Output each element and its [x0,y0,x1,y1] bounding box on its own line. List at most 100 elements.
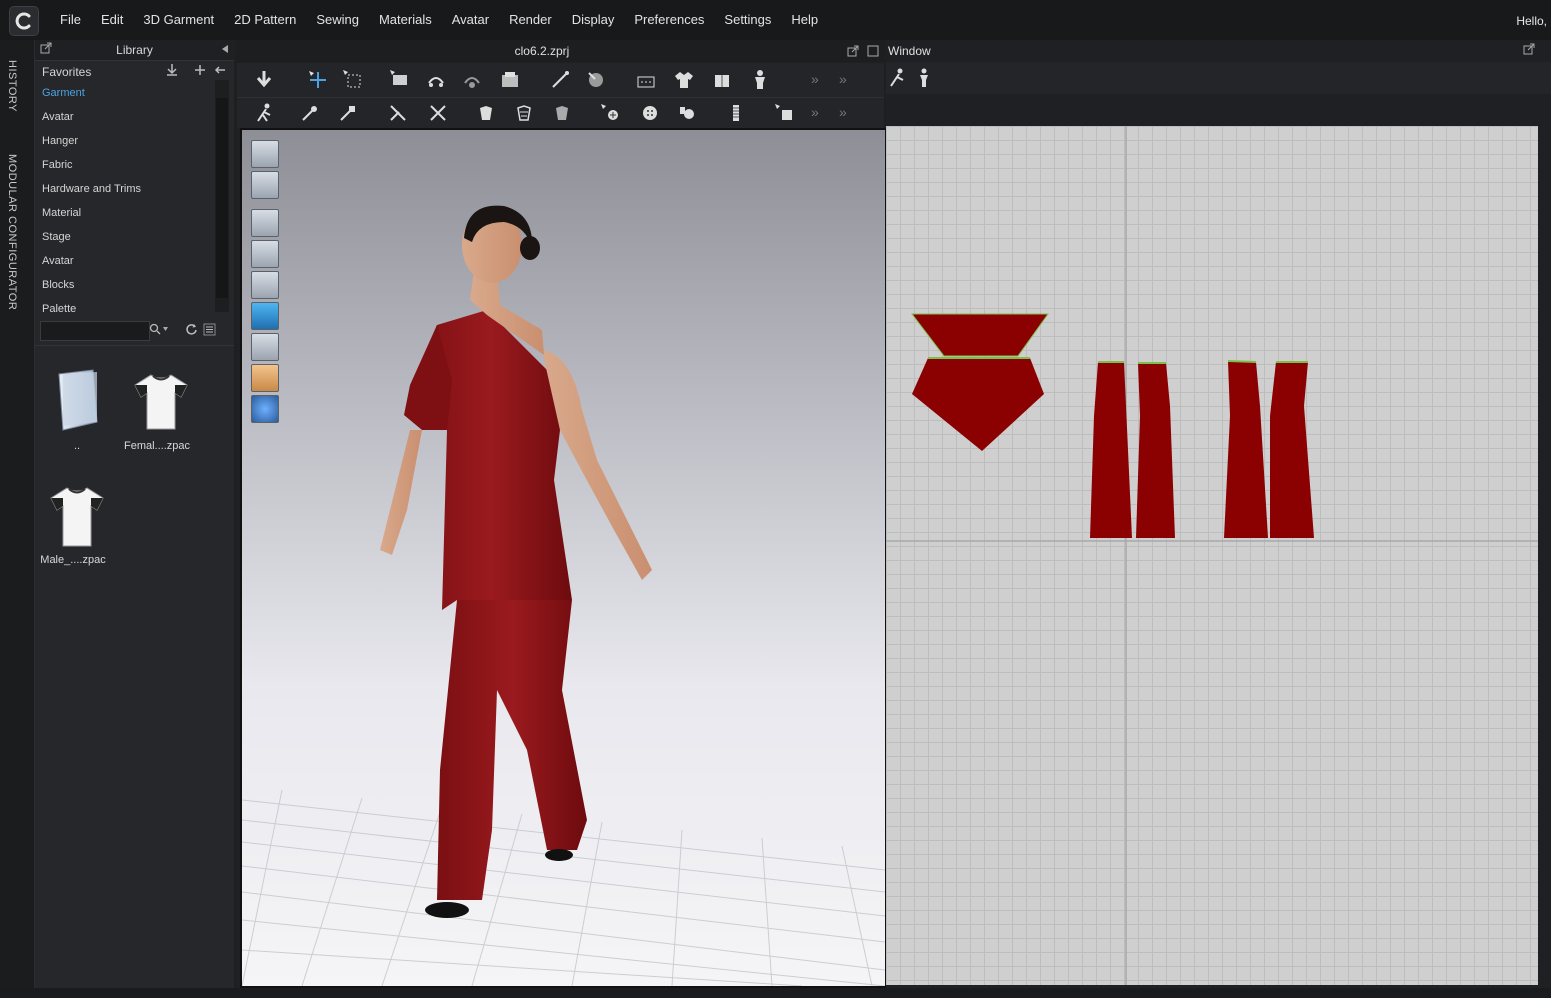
category-fabric[interactable]: Fabric [42,159,73,171]
search-icon[interactable] [149,323,169,338]
3d-toolbar-row-2: » » [237,98,884,128]
show-avatar-measure-icon[interactable] [251,240,279,268]
maximize-icon[interactable] [867,45,879,60]
tab-modular-configurator[interactable]: MODULAR CONFIGURATOR [6,154,18,310]
menu-help[interactable]: Help [781,0,828,40]
garment-box-icon[interactable] [711,69,733,91]
avatar-pose-icon[interactable] [253,102,275,124]
avatar-select-icon[interactable] [912,67,934,89]
show-garment-shirt-icon[interactable] [251,171,279,199]
library-search-input[interactable] [40,321,150,341]
garment-fit-icon[interactable] [475,102,497,124]
category-blocks[interactable]: Blocks [42,279,74,291]
library-panel: Library Favorites Garment Avatar Hanger … [35,40,234,989]
garment-shirt-icon[interactable] [673,69,695,91]
show-environment-icon[interactable] [251,395,279,423]
library-category-list: Favorites Garment Avatar Hanger Fabric H… [35,60,217,316]
3d-toolbar-row-1: » » [237,63,884,98]
menu-settings[interactable]: Settings [714,0,781,40]
project-file-name: clo6.2.zprj [514,44,570,58]
menu-3d-garment[interactable]: 3D Garment [133,0,224,40]
arrangement-icon[interactable] [499,69,521,91]
app-logo-icon[interactable] [9,6,39,36]
tshirt-icon[interactable] [131,371,191,431]
category-avatar-2[interactable]: Avatar [42,255,74,267]
tshirt-icon[interactable] [47,484,107,548]
measure-icon[interactable] [549,69,571,91]
user-greeting[interactable]: Hello, [1516,14,1547,28]
category-favorites[interactable]: Favorites [42,65,91,79]
avatar-pose-icon[interactable] [886,67,908,89]
pin-box-icon[interactable] [337,102,359,124]
box-select-icon[interactable] [342,69,364,91]
download-icon[interactable] [165,63,179,80]
menu-avatar[interactable]: Avatar [442,0,499,40]
menu-2d-pattern[interactable]: 2D Pattern [224,0,306,40]
pin-tool-icon[interactable] [299,102,321,124]
refresh-icon[interactable] [185,323,198,339]
fold-reset-icon[interactable] [461,69,483,91]
zipper-icon[interactable] [725,102,747,124]
menu-bar: File Edit 3D Garment 2D Pattern Sewing M… [0,0,1551,40]
library-file-grid: .. Femal....zpac Male_....zpac [35,345,234,989]
menu-edit[interactable]: Edit [91,0,133,40]
simulation-icon[interactable] [253,69,275,91]
2d-window-titlebar: Window [886,40,1551,60]
file-label: .. [73,440,81,452]
fabric-grid-icon[interactable] [513,102,535,124]
add-button-tool-icon[interactable] [599,102,621,124]
main-menu: File Edit 3D Garment 2D Pattern Sewing M… [50,0,828,40]
tack-icon[interactable] [387,102,409,124]
menu-preferences[interactable]: Preferences [624,0,714,40]
pattern-pieces [886,126,1538,985]
category-garment[interactable]: Garment [42,87,85,99]
status-bar [0,988,1551,998]
undock-icon[interactable] [847,45,859,60]
folder-icon[interactable] [53,366,103,434]
list-view-icon[interactable] [203,323,216,339]
toolbar-overflow-icon[interactable]: » [811,104,833,126]
category-stage[interactable]: Stage [42,231,71,243]
vertical-tab-bar: HISTORY MODULAR CONFIGURATOR [0,40,35,988]
category-hanger[interactable]: Hanger [42,135,78,147]
category-material[interactable]: Material [42,207,81,219]
show-avatar-shirt-icon[interactable] [251,209,279,237]
toolbar-overflow-icon[interactable]: » [839,71,861,93]
category-hardware-and-trims[interactable]: Hardware and Trims [42,183,141,195]
toolbar-overflow-icon[interactable]: » [811,71,833,93]
show-avatar-skin-icon[interactable] [251,364,279,392]
3d-viewport[interactable] [240,128,887,988]
buttonhole-icon[interactable] [675,102,697,124]
2d-pattern-canvas[interactable] [886,126,1538,985]
show-fabric-texture-icon[interactable] [251,302,279,330]
avatar-figure-icon[interactable] [749,69,771,91]
toolbar-overflow-icon[interactable]: » [839,104,861,126]
add-icon[interactable] [193,63,207,80]
fold-arrange-icon[interactable] [389,69,411,91]
texture-map-icon[interactable] [551,102,573,124]
pin-icon[interactable] [220,43,230,57]
menu-materials[interactable]: Materials [369,0,442,40]
avatar-scene [242,205,885,986]
topstitch-icon[interactable] [635,69,657,91]
show-3d-garment-icon[interactable] [251,140,279,168]
category-palette[interactable]: Palette [42,303,76,315]
trim-icon[interactable] [773,102,795,124]
menu-display[interactable]: Display [562,0,625,40]
library-scrollbar-thumb[interactable] [216,98,228,298]
brush-icon[interactable] [585,69,607,91]
menu-sewing[interactable]: Sewing [306,0,369,40]
back-icon[interactable] [213,63,227,80]
undock-icon[interactable] [1523,43,1535,58]
tack-on-avatar-icon[interactable] [427,102,449,124]
tab-history[interactable]: HISTORY [6,60,18,112]
2d-pattern-window: Window [886,40,1551,988]
show-avatar-figure-icon[interactable] [251,271,279,299]
menu-render[interactable]: Render [499,0,562,40]
menu-file[interactable]: File [50,0,91,40]
show-normal-map-icon[interactable] [251,333,279,361]
fold-tool-icon[interactable] [425,69,447,91]
transform-select-icon[interactable] [307,69,329,91]
button-icon[interactable] [639,102,661,124]
category-avatar[interactable]: Avatar [42,111,74,123]
